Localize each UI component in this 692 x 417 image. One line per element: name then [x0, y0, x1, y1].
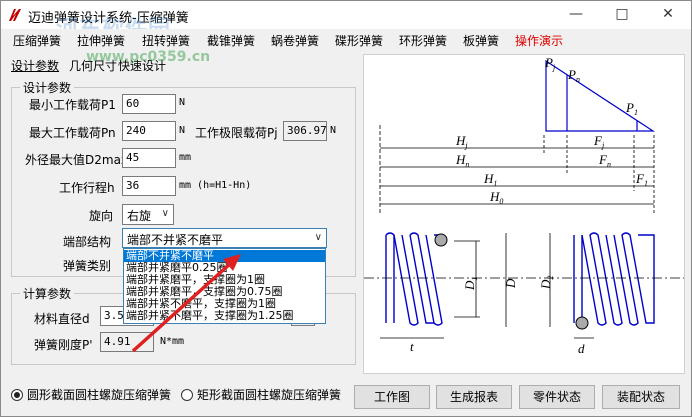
stroke-label: 工作行程h — [59, 181, 115, 195]
label-d: D — [503, 278, 518, 289]
minimize-icon: — — [569, 6, 583, 22]
menu-conical-spring[interactable]: 截锥弹簧 — [207, 32, 255, 49]
limit-load-unit: N — [330, 125, 337, 136]
end-structure-label: 端部结构 — [63, 235, 112, 249]
label-pj: Pj — [544, 55, 556, 72]
window-title: 迈迪弹簧设计系统-压缩弹簧 — [28, 11, 189, 26]
label-h1: H1 — [483, 171, 497, 188]
dropdown-option[interactable]: 端部并紧磨平，支撑圈为0.75圈 — [124, 286, 325, 298]
outer-dia-unit: mm — [179, 152, 192, 163]
menu-extension-spring[interactable]: 拉伸弹簧 — [77, 32, 125, 49]
label-t: t — [410, 339, 414, 354]
dropdown-option[interactable]: 端部不并紧不磨平 — [124, 250, 325, 262]
minimize-button[interactable]: — — [553, 1, 599, 29]
load-triangle — [545, 59, 656, 132]
stroke-input[interactable]: 36 — [122, 176, 176, 196]
drawing-button[interactable]: 工作图 — [354, 385, 430, 409]
close-button[interactable]: ✕ — [645, 1, 691, 29]
assembly-state-button[interactable]: 装配状态 — [602, 385, 680, 409]
label-f1: F1 — [635, 171, 648, 188]
min-load-label: 最小工作载荷P1 — [29, 98, 116, 112]
menu-torsion-spring[interactable]: 扭转弹簧 — [142, 32, 190, 49]
tab-design-params[interactable]: 设计参数 — [11, 57, 59, 74]
spring-right — [573, 232, 655, 326]
label-fn: Fn — [598, 152, 611, 169]
radio-round-section[interactable]: 圆形截面圆柱螺旋压缩弹簧 — [11, 386, 171, 403]
rotation-value: 右旋 — [127, 209, 152, 223]
label-d1: D1 — [462, 277, 479, 291]
chevron-down-icon: ∨ — [161, 208, 169, 219]
radio-rect-section[interactable]: 矩形截面圆柱螺旋压缩弹簧 — [181, 386, 341, 403]
label-fj: Fj — [593, 133, 605, 150]
wire-dia-label: 材料直径d — [34, 312, 90, 326]
menu-ring-spring[interactable]: 环形弹簧 — [399, 32, 447, 49]
app-logo-icon — [9, 9, 21, 21]
end-structure-value: 端部不并紧不磨平 — [127, 233, 224, 247]
spring-type-label: 弹簧类别 — [63, 259, 112, 273]
close-icon: ✕ — [662, 6, 674, 22]
title-bar: 迈迪弹簧设计系统-压缩弹簧 — □ ✕ — [1, 1, 691, 29]
end-structure-select[interactable]: 端部不并紧不磨平 ∨ — [122, 228, 327, 248]
dropdown-option[interactable]: 端部并紧不磨平，支撑圈为1.25圈 — [124, 310, 325, 322]
app-window: 迈迪弹簧设计系统-压缩弹簧 — □ ✕ 河东软件园 www.pc0359.cn … — [0, 0, 692, 417]
radio-checked-icon — [11, 389, 23, 401]
label-wire-d: d — [578, 341, 585, 356]
stiffness-input[interactable]: 4.91 — [100, 332, 154, 352]
outer-dia-input[interactable]: 45 — [122, 148, 176, 168]
radio-round-label: 圆形截面圆柱螺旋压缩弹簧 — [27, 388, 172, 402]
menu-demo[interactable]: 操作演示 — [515, 32, 563, 49]
design-params-title: 设计参数 — [20, 79, 75, 96]
stiffness-label: 弹簧刚度P' — [34, 338, 93, 352]
radio-unchecked-icon — [181, 389, 193, 401]
rotation-label: 旋向 — [89, 209, 114, 223]
dropdown-option[interactable]: 端部并紧磨平，支撑圈为1圈 — [124, 274, 325, 286]
menu-bar: 压缩弹簧 拉伸弹簧 扭转弹簧 截锥弹簧 蜗卷弹簧 碟形弹簧 环形弹簧 板弹簧 操… — [1, 29, 691, 51]
chevron-down-icon: ∨ — [314, 232, 322, 243]
label-h0: H0 — [489, 189, 503, 206]
label-pn: Pn — [567, 67, 580, 84]
calc-params-title: 计算参数 — [20, 285, 75, 302]
label-p1: P1 — [625, 100, 638, 117]
outer-dia-label: 外径最大值D2max — [25, 153, 129, 167]
stroke-unit: mm (h=H1-Hn) — [179, 180, 252, 191]
radio-rect-label: 矩形截面圆柱螺旋压缩弹簧 — [197, 388, 342, 402]
min-load-unit: N — [179, 97, 186, 108]
dropdown-option[interactable]: 端部并紧磨平0.25圈 — [124, 262, 325, 274]
max-load-input[interactable]: 240 — [122, 121, 176, 141]
part-state-button[interactable]: 零件状态 — [519, 385, 595, 409]
tab-quick-design[interactable]: 快速设计 — [118, 57, 166, 74]
limit-load-label: 工作极限载荷Pj — [195, 126, 278, 140]
maximize-icon: □ — [615, 6, 629, 22]
label-hj: Hj — [455, 133, 468, 150]
wire-section-top — [434, 233, 448, 247]
rotation-select[interactable]: 右旋 ∨ — [122, 204, 174, 225]
spring-diagram-svg: Pj Pn P1 Hj Fj Hn Fn H1 F1 H0 D1 D D2 t … — [364, 55, 684, 356]
stiffness-unit: N*mm — [160, 336, 185, 347]
label-hn: Hn — [455, 152, 469, 169]
tab-geometry[interactable]: 几何尺寸 — [69, 57, 117, 74]
menu-disc-spring[interactable]: 碟形弹簧 — [335, 32, 383, 49]
menu-volute-spring[interactable]: 蜗卷弹簧 — [271, 32, 319, 49]
menu-leaf-spring[interactable]: 板弹簧 — [463, 32, 499, 49]
spring-left — [385, 232, 443, 326]
maximize-button[interactable]: □ — [599, 1, 645, 29]
dimension-lines — [379, 125, 655, 215]
min-load-input[interactable]: 60 — [122, 94, 176, 114]
wire-section-bottom — [575, 316, 589, 330]
dropdown-option[interactable]: 端部并紧不磨平，支撑圈为1圈 — [124, 298, 325, 310]
limit-load-input[interactable]: 306.97 — [283, 121, 327, 141]
report-button[interactable]: 生成报表 — [436, 385, 512, 409]
max-load-unit: N — [179, 125, 186, 136]
max-load-label: 最大工作载荷Pn — [29, 126, 116, 140]
end-structure-dropdown: 端部不并紧不磨平 端部并紧磨平0.25圈 端部并紧磨平，支撑圈为1圈 端部并紧磨… — [123, 248, 326, 324]
spring-diagram: Pj Pn P1 Hj Fj Hn Fn H1 F1 H0 D1 D D2 t … — [363, 54, 685, 374]
menu-compression-spring[interactable]: 压缩弹簧 — [13, 32, 61, 49]
